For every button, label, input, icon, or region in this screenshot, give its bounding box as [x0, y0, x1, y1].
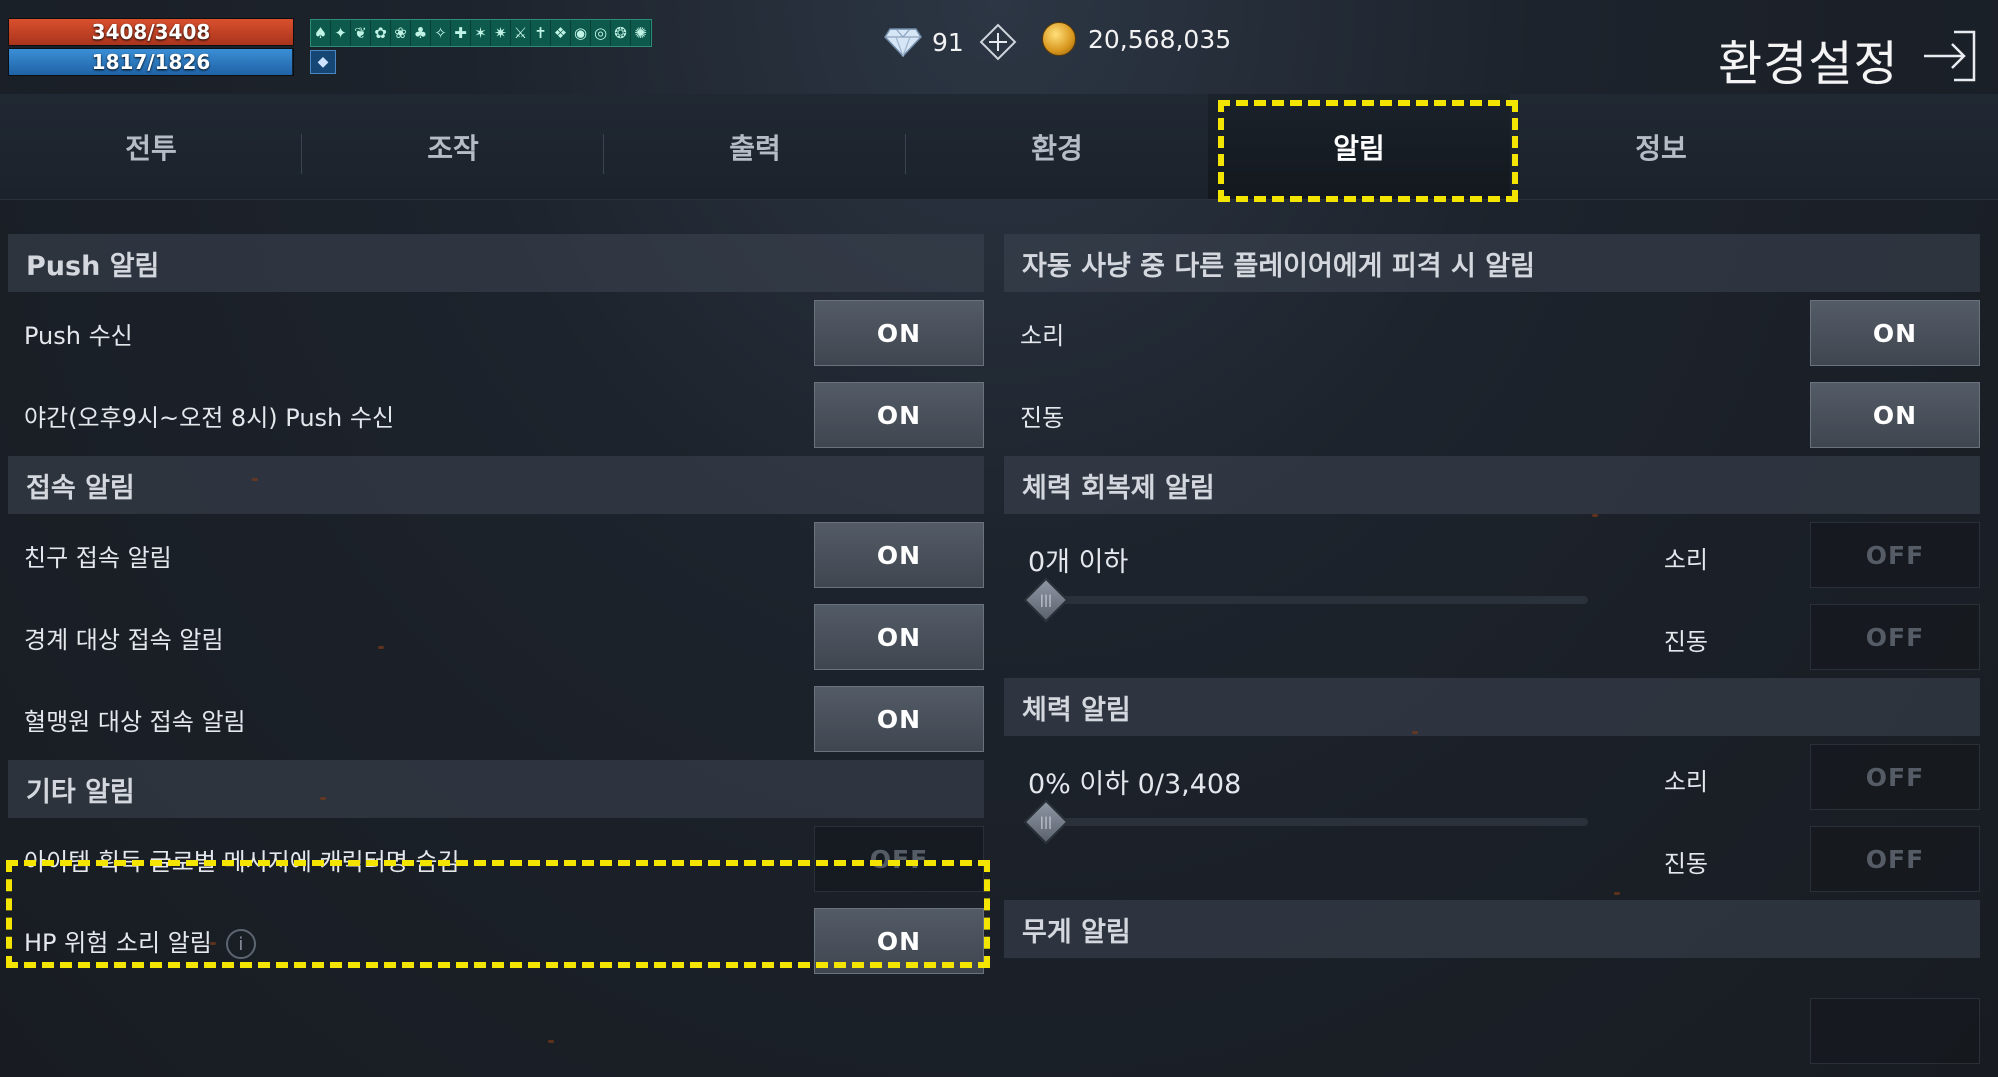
section-title-etc: 기타 알림 — [8, 760, 984, 818]
buff-bar: ♠ ✦ ❦ ✿ ❀ ♣ ✧ ✚ ✶ ✷ ⚔ ✝ ❖ ◉ ◎ ❂ ✺ — [310, 19, 652, 47]
ember-particle — [320, 797, 326, 800]
gem-counter: 91 — [884, 22, 1018, 62]
toggle-weight-partial[interactable] — [1810, 998, 1980, 1064]
buff-icon[interactable]: ✿ — [371, 20, 391, 46]
setting-label: HP 위험 소리 알림 — [24, 929, 212, 957]
section-title-push: Push 알림 — [8, 234, 984, 292]
gold-counter: 20,568,035 — [1042, 22, 1231, 56]
toggle-watchlist-login[interactable]: ON — [814, 604, 984, 670]
potion-threshold-label: 0개 이하 — [1028, 547, 1129, 578]
mp-bar: 1817/1826 — [8, 48, 294, 76]
buff-icon[interactable]: ✚ — [451, 20, 471, 46]
hp-bar: 3408/3408 — [8, 18, 294, 46]
tab-notifications[interactable]: 알림 — [1208, 94, 1510, 199]
buff-icon[interactable]: ❦ — [351, 20, 371, 46]
ember-particle — [548, 1040, 554, 1043]
shield-buff-icon[interactable]: ◆ — [310, 50, 336, 74]
setting-row: 야간(오후9시~오전 8시) Push 수신 ON — [8, 374, 984, 456]
toggle-potion-sound[interactable]: OFF — [1810, 522, 1980, 588]
tab-combat[interactable]: 전투 — [0, 94, 302, 199]
toggle-hp-vibration[interactable]: OFF — [1810, 826, 1980, 892]
section-title-weight: 무게 알림 — [1004, 900, 1980, 958]
toggle-potion-vibration[interactable]: OFF — [1810, 604, 1980, 670]
hp-slider-handle[interactable]: ||| — [1023, 799, 1069, 845]
setting-row: Push 수신 ON — [8, 292, 984, 374]
buff-icon[interactable]: ♠ — [311, 20, 331, 46]
exit-icon[interactable] — [1920, 26, 1980, 86]
tab-info[interactable]: 정보 — [1510, 94, 1812, 199]
buff-icon[interactable]: ✧ — [431, 20, 451, 46]
buff-icon[interactable]: ❖ — [551, 20, 571, 46]
diamond-icon — [884, 28, 922, 57]
buff-icon[interactable]: ❀ — [391, 20, 411, 46]
buff-icon[interactable]: ✺ — [631, 20, 651, 46]
setting-row: 아이템 획득 글로벌 메시지에 캐릭터명 숨김 OFF — [8, 818, 984, 900]
ember-particle — [1614, 892, 1620, 895]
hp-text: 3408/3408 — [91, 20, 211, 44]
potion-slider-handle[interactable]: ||| — [1023, 577, 1069, 623]
hp-slider-track[interactable] — [1038, 818, 1588, 826]
potion-sound-label: 소리 — [1663, 546, 1708, 574]
toggle-attacked-vibration[interactable]: ON — [1810, 382, 1980, 448]
section-title-attacked: 자동 사냥 중 다른 플레이어에게 피격 시 알림 — [1004, 234, 1980, 292]
page-title: 환경설정 — [1718, 36, 1899, 92]
status-bars: 3408/3408 1817/1826 — [8, 18, 294, 78]
setting-row: 진동 ON — [1004, 374, 1980, 456]
buff-icon[interactable]: ⚔ — [511, 20, 531, 46]
section-title-potion: 체력 회복제 알림 — [1004, 456, 1980, 514]
ember-particle — [378, 646, 384, 649]
right-settings-column: 자동 사냥 중 다른 플레이어에게 피격 시 알림 소리 ON 진동 ON 체력… — [1004, 234, 1980, 1064]
tab-control[interactable]: 조작 — [302, 94, 604, 199]
buff-icon[interactable]: ✝ — [531, 20, 551, 46]
buff-icon[interactable]: ◉ — [571, 20, 591, 46]
info-icon[interactable]: i — [225, 929, 256, 959]
potion-alert-block: 0개 이하 ||| 소리 OFF 진동 OFF — [1004, 514, 1980, 678]
settings-screen: 3408/3408 1817/1826 ♠ ✦ ❦ ✿ ❀ ♣ ✧ ✚ ✶ ✷ … — [0, 0, 1998, 1077]
gold-count: 20,568,035 — [1088, 24, 1232, 54]
gem-count: 91 — [932, 27, 964, 57]
buff-icon[interactable]: ✦ — [331, 20, 351, 46]
buff-icon[interactable]: ✶ — [471, 20, 491, 46]
toggle-hp-sound[interactable]: OFF — [1810, 744, 1980, 810]
settings-tabs: 전투 조작 출력 환경 알림 정보 — [0, 94, 1998, 200]
mp-text: 1817/1826 — [91, 50, 211, 74]
toggle-friend-login[interactable]: ON — [814, 522, 984, 588]
hp-alert-block: 0% 이하 0/3,408 ||| 소리 OFF 진동 OFF — [1004, 736, 1980, 900]
section-title-hp: 체력 알림 — [1004, 678, 1980, 736]
buff-icon[interactable]: ❂ — [611, 20, 631, 46]
setting-row: 소리 ON — [1004, 292, 1980, 374]
add-gems-button[interactable] — [978, 22, 1018, 62]
ember-particle — [1592, 514, 1598, 517]
hp-threshold-label: 0% 이하 0/3,408 — [1028, 769, 1242, 800]
hp-vibration-label: 진동 — [1663, 850, 1708, 878]
potion-vibration-label: 진동 — [1663, 628, 1708, 656]
gold-coin-icon — [1042, 22, 1076, 56]
setting-row: 경계 대상 접속 알림 ON — [8, 596, 984, 678]
section-title-connect: 접속 알림 — [8, 456, 984, 514]
toggle-push-receive[interactable]: ON — [814, 300, 984, 366]
setting-row: HP 위험 소리 알림 i ON — [8, 900, 984, 982]
toggle-hide-name-global-msg[interactable]: OFF — [814, 826, 984, 892]
hp-sound-label: 소리 — [1663, 768, 1708, 796]
left-settings-column: Push 알림 Push 수신 ON 야간(오후9시~오전 8시) Push 수… — [8, 234, 984, 982]
buff-icon[interactable]: ✷ — [491, 20, 511, 46]
potion-slider-track[interactable] — [1038, 596, 1588, 604]
buff-icon[interactable]: ◎ — [591, 20, 611, 46]
setting-row-partial — [1004, 958, 1980, 1064]
ember-particle — [252, 478, 258, 481]
toggle-hp-danger-sound[interactable]: ON — [814, 908, 984, 974]
tab-environment[interactable]: 환경 — [906, 94, 1208, 199]
buff-icon[interactable]: ♣ — [411, 20, 431, 46]
toggle-attacked-sound[interactable]: ON — [1810, 300, 1980, 366]
toggle-clan-login[interactable]: ON — [814, 686, 984, 752]
ember-particle — [1412, 731, 1418, 734]
setting-row: 친구 접속 알림 ON — [8, 514, 984, 596]
setting-row: 혈맹원 대상 접속 알림 ON — [8, 678, 984, 760]
tab-output[interactable]: 출력 — [604, 94, 906, 199]
toggle-night-push[interactable]: ON — [814, 382, 984, 448]
ember-particle — [210, 942, 216, 945]
